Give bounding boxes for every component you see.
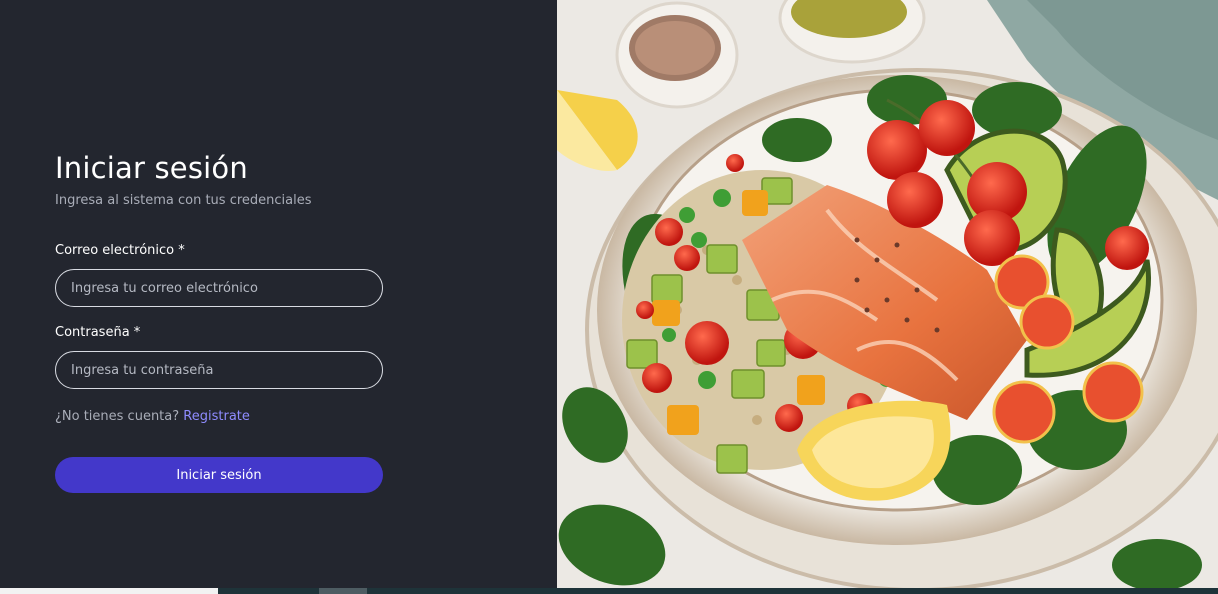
taskbar-strip xyxy=(0,588,1218,594)
login-form: Iniciar sesión Ingresa al sistema con tu… xyxy=(55,150,383,493)
food-image xyxy=(557,0,1218,588)
password-label: Contraseña * xyxy=(55,325,141,340)
taskbar-segment xyxy=(0,588,218,594)
salad-bowl-illustration xyxy=(557,0,1218,588)
register-prompt: ¿No tienes cuenta? Registrate xyxy=(55,408,383,425)
password-field[interactable] xyxy=(55,351,383,389)
email-label: Correo electrónico * xyxy=(55,243,185,258)
taskbar-segment xyxy=(319,588,367,594)
email-field[interactable] xyxy=(55,269,383,307)
register-link[interactable]: Registrate xyxy=(183,409,250,424)
page-title: Iniciar sesión xyxy=(55,151,248,185)
login-button[interactable]: Iniciar sesión xyxy=(55,457,383,493)
login-panel: Iniciar sesión Ingresa al sistema con tu… xyxy=(0,0,557,588)
quinoa-bowl xyxy=(615,1,739,109)
register-prompt-text: ¿No tienes cuenta? xyxy=(55,409,180,424)
page-subtitle: Ingresa al sistema con tus credenciales xyxy=(55,193,312,208)
